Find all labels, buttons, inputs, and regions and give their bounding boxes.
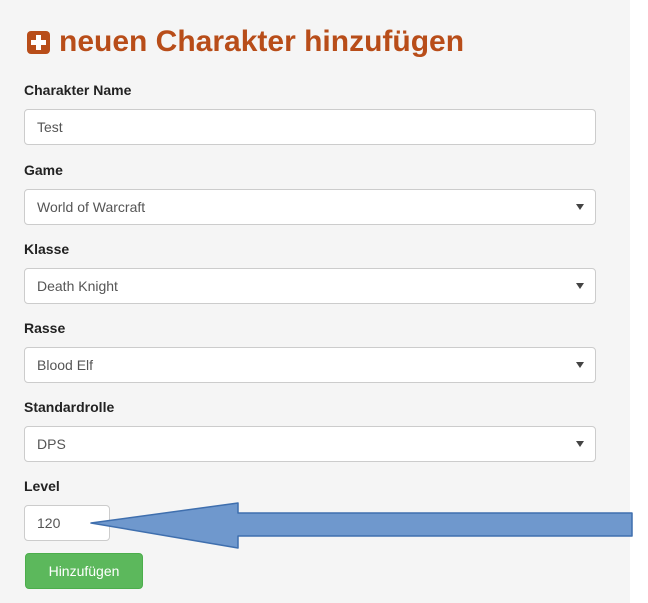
level-label: Level	[24, 478, 60, 494]
rasse-label: Rasse	[24, 320, 66, 336]
standardrolle-select[interactable]: DPS	[24, 426, 596, 462]
page-title-text: neuen Charakter hinzufügen	[59, 25, 465, 58]
klasse-select[interactable]: Death Knight	[24, 268, 596, 304]
level-value: 120	[37, 515, 61, 531]
chevron-down-icon	[576, 362, 584, 368]
plus-square-icon	[27, 30, 50, 54]
standardrolle-label: Standardrolle	[24, 399, 115, 415]
add-button[interactable]: Hinzufügen	[25, 553, 143, 589]
chevron-down-icon	[576, 441, 584, 447]
chevron-down-icon	[576, 283, 584, 289]
rasse-value: Blood Elf	[37, 357, 94, 373]
character-name-label: Charakter Name	[24, 82, 132, 98]
add-character-panel: neuen Charakter hinzufügen Charakter Nam…	[0, 0, 630, 603]
game-value: World of Warcraft	[37, 199, 146, 215]
game-select[interactable]: World of Warcraft	[24, 189, 596, 225]
game-label: Game	[24, 162, 63, 178]
page-title: neuen Charakter hinzufügen	[27, 24, 464, 60]
klasse-value: Death Knight	[37, 278, 118, 294]
level-input[interactable]: 120	[24, 505, 110, 541]
rasse-select[interactable]: Blood Elf	[24, 347, 596, 383]
character-name-input[interactable]: Test	[24, 109, 596, 145]
character-name-value: Test	[37, 119, 63, 135]
chevron-down-icon	[576, 204, 584, 210]
standardrolle-value: DPS	[37, 436, 66, 452]
klasse-label: Klasse	[24, 241, 70, 257]
